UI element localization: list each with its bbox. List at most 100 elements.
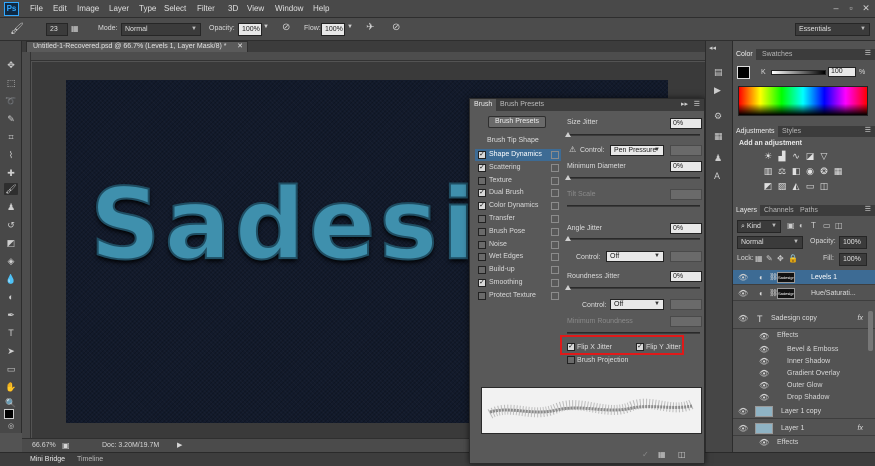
- size-jitter-field[interactable]: 0%: [670, 118, 702, 129]
- tab-timeline[interactable]: Timeline: [77, 456, 103, 463]
- foreground-color-swatch[interactable]: [737, 66, 750, 79]
- eye-icon[interactable]: 👁: [759, 392, 769, 404]
- effect-row[interactable]: 👁 Inner Shadow: [733, 356, 875, 368]
- color-balance-icon[interactable]: ⚖: [777, 166, 787, 176]
- history-brush-tool-icon[interactable]: ↺: [4, 219, 18, 231]
- workspace-dropdown[interactable]: Essentials ▼: [795, 23, 870, 36]
- zoom-tool-icon[interactable]: 🔍: [4, 397, 18, 409]
- layer-row-hue-saturation[interactable]: 👁 ◐ ⛓ Sadesign Hue/Saturati...: [733, 286, 875, 301]
- layer-row-levels-1[interactable]: 👁 ◐ ⛓ Sadesign Levels 1: [733, 270, 875, 285]
- brush-option-row[interactable]: Texture: [475, 175, 561, 187]
- actions-icon[interactable]: ▶: [714, 85, 721, 96]
- quick-select-tool-icon[interactable]: ✎: [4, 113, 18, 125]
- smart-object-filter-icon[interactable]: ◫: [835, 221, 843, 230]
- color-spectrum[interactable]: [738, 86, 868, 116]
- tab-paths[interactable]: Paths: [797, 205, 821, 216]
- lock-icon[interactable]: [551, 163, 559, 172]
- brightness-icon[interactable]: ☀: [763, 151, 773, 161]
- eye-icon[interactable]: 👁: [738, 309, 748, 329]
- size-jitter-slider[interactable]: [565, 132, 700, 137]
- effect-row[interactable]: 👁 Drop Shadow: [733, 392, 875, 404]
- menu-layer[interactable]: Layer: [109, 4, 129, 13]
- layer-row-layer-1-copy[interactable]: 👁 Layer 1 copy: [733, 404, 875, 419]
- status-menu-icon[interactable]: ▣: [62, 441, 70, 450]
- brush-option-checkbox[interactable]: ✓: [478, 189, 486, 198]
- lock-icon[interactable]: [551, 240, 559, 249]
- lock-icon[interactable]: [551, 202, 559, 211]
- hand-tool-icon[interactable]: ✋: [4, 381, 18, 393]
- path-select-tool-icon[interactable]: ➤: [4, 345, 18, 357]
- healing-brush-tool-icon[interactable]: ✚: [4, 167, 18, 179]
- lock-transparency-icon[interactable]: ▦: [755, 254, 763, 263]
- tab-color[interactable]: Color: [733, 49, 756, 60]
- k-value-field[interactable]: 100: [828, 67, 856, 77]
- brush-option-row[interactable]: Noise: [475, 239, 561, 251]
- dodge-tool-icon[interactable]: ◐: [4, 291, 18, 303]
- brush-option-checkbox[interactable]: ✓: [478, 279, 486, 287]
- lock-icon[interactable]: [551, 189, 559, 198]
- eyedropper-tool-icon[interactable]: ⌇: [4, 149, 18, 161]
- exposure-icon[interactable]: ◪: [805, 151, 815, 161]
- brush-option-row[interactable]: ✓ Scattering: [475, 162, 561, 174]
- marquee-tool-icon[interactable]: ⬚: [4, 77, 18, 89]
- pixel-filter-icon[interactable]: ▣: [787, 221, 795, 230]
- opacity-dropdown-icon[interactable]: ▼: [263, 24, 269, 30]
- slider-knob[interactable]: [565, 285, 571, 290]
- type-filter-icon[interactable]: T: [811, 221, 816, 230]
- color-lookup-icon[interactable]: ▦: [833, 166, 843, 176]
- slider-knob[interactable]: [565, 132, 571, 137]
- tool-presets-icon[interactable]: ⚙: [714, 111, 722, 122]
- menu-help[interactable]: Help: [313, 4, 329, 13]
- status-arrow-icon[interactable]: ▶: [177, 441, 182, 449]
- close-icon[interactable]: ✕: [860, 3, 872, 14]
- angle-jitter-slider[interactable]: [565, 236, 700, 241]
- move-tool-icon[interactable]: ✥: [4, 59, 18, 71]
- brush-option-checkbox[interactable]: [478, 227, 486, 236]
- brush-option-row[interactable]: Brush Pose: [475, 226, 561, 238]
- type-tool-icon[interactable]: T: [4, 327, 18, 339]
- new-preset-icon[interactable]: ◫: [678, 450, 686, 459]
- layer-row-sadesign-copy[interactable]: 👁 T Sadesign copy fx: [733, 309, 875, 329]
- black-white-icon[interactable]: ◧: [791, 166, 801, 176]
- menu-type[interactable]: Type: [139, 4, 156, 13]
- flow-dropdown-icon[interactable]: ▼: [347, 24, 353, 30]
- eye-icon[interactable]: 👁: [759, 438, 769, 447]
- brush-option-row[interactable]: Protect Texture: [475, 290, 561, 302]
- eye-icon[interactable]: 👁: [738, 270, 748, 285]
- layer-opacity-field[interactable]: 100%: [839, 236, 867, 249]
- collapse-icon[interactable]: ▸▸: [681, 100, 688, 108]
- document-tab[interactable]: Untitled-1-Recovered.psd @ 66.7% (Levels…: [26, 41, 248, 52]
- layer-mask-thumbnail[interactable]: Sadesign: [777, 272, 795, 283]
- angle-jitter-field[interactable]: 0%: [670, 223, 702, 234]
- lock-icon[interactable]: [551, 215, 559, 223]
- foreground-color-swatch[interactable]: [4, 409, 14, 419]
- slider-knob[interactable]: [565, 236, 571, 241]
- brush-option-row[interactable]: Build-up: [475, 264, 561, 276]
- levels-icon[interactable]: ▟: [777, 151, 787, 161]
- brush-option-checkbox[interactable]: [478, 176, 486, 185]
- brush-option-checkbox[interactable]: ✓: [478, 163, 486, 172]
- opacity-field[interactable]: 100%: [238, 23, 262, 36]
- collapse-panels-icon[interactable]: ◂◂: [709, 44, 716, 52]
- brush-panel-toggle-icon[interactable]: ▦: [71, 24, 79, 33]
- brush-option-checkbox[interactable]: [478, 291, 486, 300]
- layer-mask-thumbnail[interactable]: Sadesign: [777, 288, 795, 299]
- slider-knob[interactable]: [565, 175, 571, 180]
- brush-option-row[interactable]: ✓ Smoothing: [475, 277, 561, 289]
- lock-icon[interactable]: [551, 279, 559, 287]
- pressure-opacity-icon[interactable]: ⊘: [282, 22, 290, 33]
- brush-tip-shape-item[interactable]: Brush Tip Shape: [487, 137, 539, 144]
- k-slider[interactable]: [771, 70, 826, 75]
- toggle-live-tip-icon[interactable]: ✓: [642, 450, 649, 459]
- effect-row[interactable]: 👁 Outer Glow: [733, 380, 875, 392]
- min-diameter-slider[interactable]: [565, 175, 700, 180]
- tab-swatches[interactable]: Swatches: [759, 49, 795, 60]
- vibrance-icon[interactable]: ▽: [819, 151, 829, 161]
- lock-icon[interactable]: [551, 151, 559, 159]
- lock-icon[interactable]: [551, 227, 559, 236]
- menu-3d[interactable]: 3D: [228, 4, 238, 13]
- curves-icon[interactable]: ∿: [791, 151, 801, 161]
- zoom-level[interactable]: 66.67%: [32, 442, 56, 449]
- menu-image[interactable]: Image: [77, 4, 99, 13]
- brush-tool-icon[interactable]: 🖌: [4, 183, 18, 195]
